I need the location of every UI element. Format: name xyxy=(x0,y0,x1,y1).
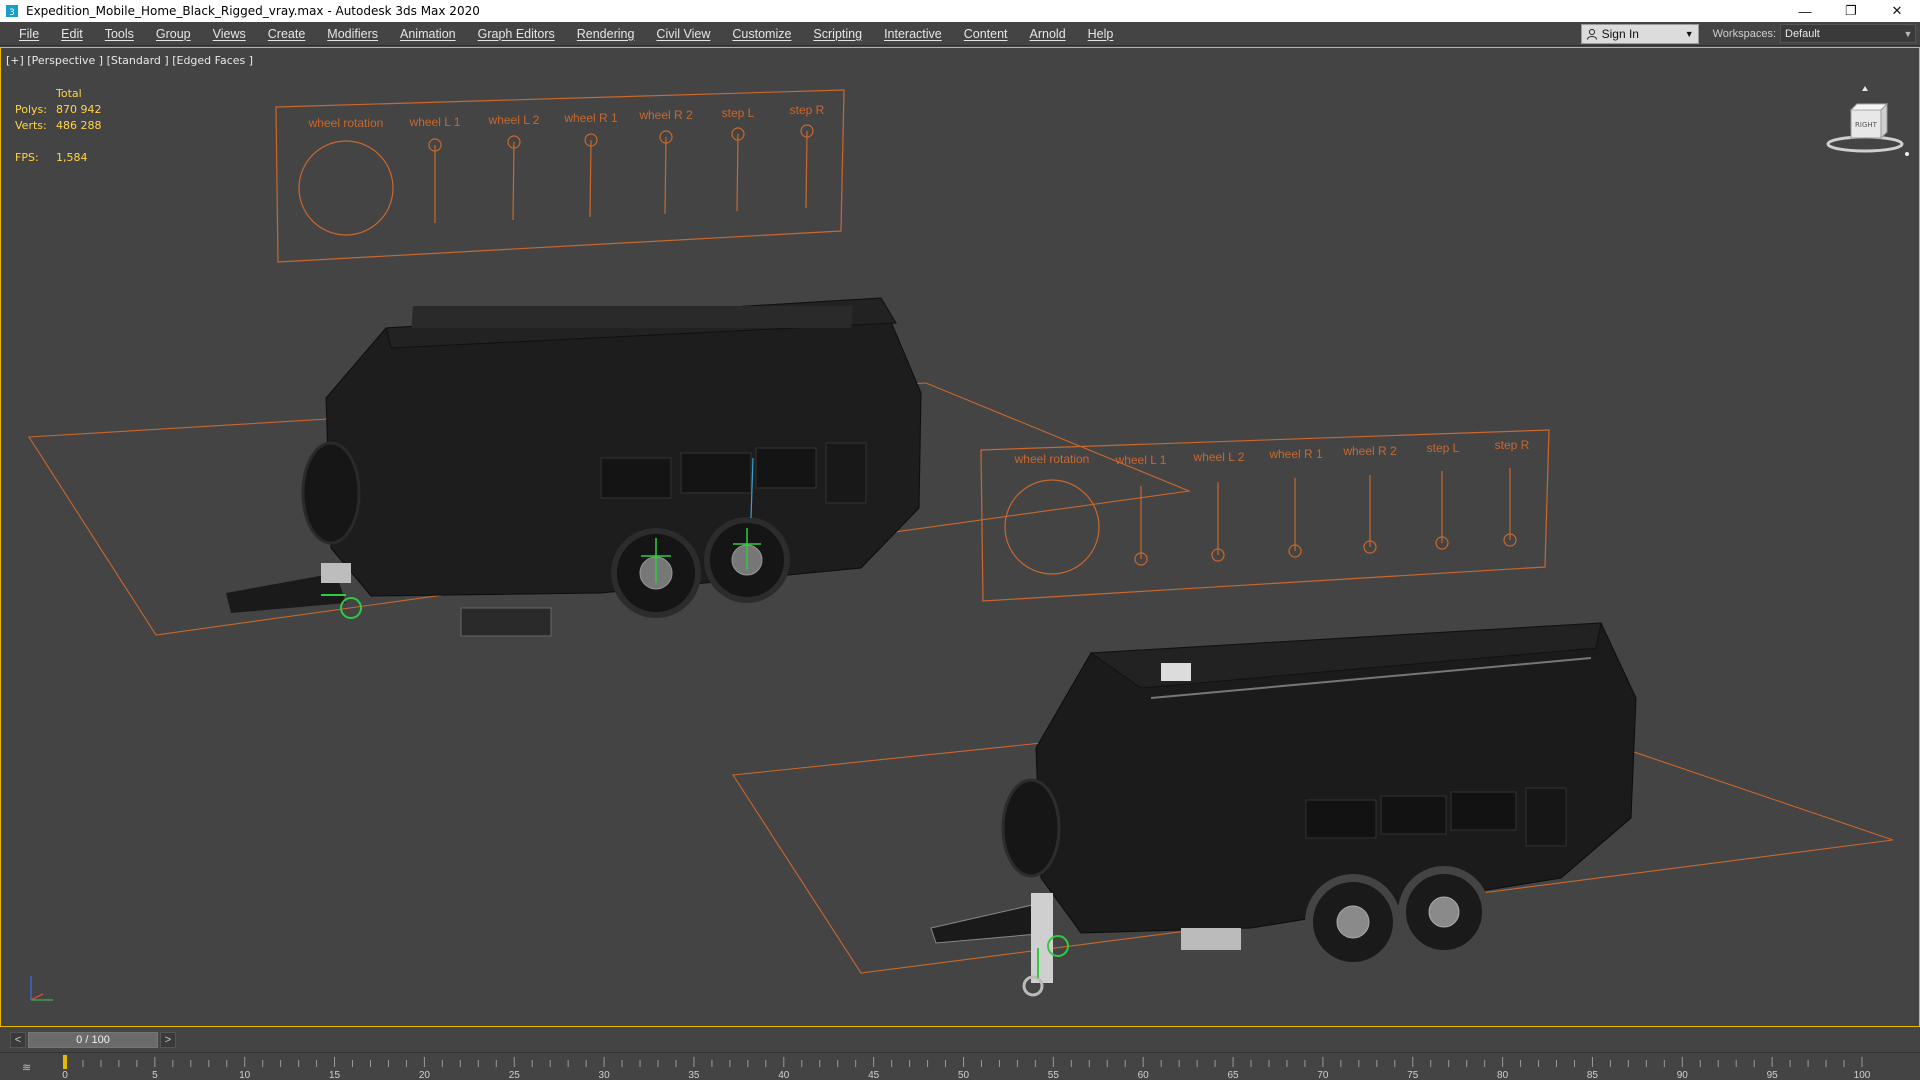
track-tick-label: 90 xyxy=(1677,1070,1689,1080)
rig-label-step-L: step L xyxy=(722,106,755,120)
chevron-down-icon: ▼ xyxy=(1684,28,1694,39)
trailer-model-1[interactable] xyxy=(226,297,922,637)
sign-in-label: Sign In xyxy=(1601,26,1639,41)
rig-label-step-L: step L xyxy=(1427,441,1460,455)
current-frame-marker[interactable] xyxy=(63,1055,67,1069)
menu-views[interactable]: Views xyxy=(202,22,257,46)
perspective-viewport[interactable]: [+] [Perspective ] [Standard ] [Edged Fa… xyxy=(0,47,1920,1027)
rig-label-wheel-R-1: wheel R 1 xyxy=(563,111,618,125)
title-bar: 3 Expedition_Mobile_Home_Black_Rigged_vr… xyxy=(0,0,1920,22)
workspaces-label: Workspaces: xyxy=(1712,27,1776,40)
rig-label-wheel-rotation: wheel rotation xyxy=(308,116,384,130)
next-frame-button[interactable]: > xyxy=(160,1032,176,1048)
time-slider-bar: < 0 / 100 > xyxy=(0,1028,1920,1052)
rig-panel-1-labels: wheel rotation wheel L 1 wheel L 2 wheel R … xyxy=(308,103,825,130)
menu-customize[interactable]: Customize xyxy=(721,22,802,46)
rig-label-wheel-L-2: wheel L 2 xyxy=(1193,450,1245,464)
viewcube-compass-ring[interactable] xyxy=(1826,135,1904,153)
menu-group[interactable]: Group xyxy=(145,22,202,46)
rig-label-step-R: step R xyxy=(790,103,825,117)
time-slider[interactable]: 0 / 100 xyxy=(28,1032,158,1048)
user-icon xyxy=(1586,28,1597,40)
track-tick-label: 45 xyxy=(868,1070,880,1080)
workspaces-value: Default xyxy=(1785,27,1820,40)
menu-bar: File Edit Tools Group Views Create Modifiers An… xyxy=(0,22,1920,46)
wheel-rotation-control[interactable] xyxy=(1004,479,1100,575)
track-tick-label: 30 xyxy=(599,1070,611,1080)
track-tick-label: 20 xyxy=(419,1070,431,1080)
track-tick-label: 70 xyxy=(1317,1070,1329,1080)
svg-text:3: 3 xyxy=(9,8,15,18)
window-title: Expedition_Mobile_Home_Black_Rigged_vray… xyxy=(26,4,480,18)
track-tick-label: 0 xyxy=(62,1070,68,1080)
menu-help[interactable]: Help xyxy=(1077,22,1125,46)
menu-file[interactable]: File xyxy=(8,22,50,46)
track-tick-label: 10 xyxy=(239,1070,251,1080)
track-tick-label: 25 xyxy=(509,1070,521,1080)
chevron-down-icon: ▼ xyxy=(1903,28,1913,39)
menu-create[interactable]: Create xyxy=(257,22,317,46)
track-tick-label: 85 xyxy=(1587,1070,1599,1080)
track-tick-label: 100 xyxy=(1854,1070,1871,1080)
menu-modifiers[interactable]: Modifiers xyxy=(316,22,389,46)
track-tick-label: 40 xyxy=(778,1070,790,1080)
menu-graph-editors[interactable]: Graph Editors xyxy=(467,22,566,46)
menu-interactive[interactable]: Interactive xyxy=(873,22,953,46)
viewcube-face-label: RIGHT xyxy=(1855,121,1878,129)
menu-content[interactable]: Content xyxy=(953,22,1019,46)
home-icon[interactable] xyxy=(1862,86,1868,91)
track-tick-label: 50 xyxy=(958,1070,970,1080)
menu-items: File Edit Tools Group Views Create Modifiers An… xyxy=(0,22,1581,46)
rig-panel-2-labels: wheel rotation wheel L 1 wheel L 2 wheel R … xyxy=(1014,438,1530,467)
scene-canvas[interactable]: wheel rotation wheel L 1 wheel L 2 wheel R … xyxy=(1,48,1919,1026)
rig-label-wheel-L-1: wheel L 1 xyxy=(409,115,461,129)
menu-scripting[interactable]: Scripting xyxy=(802,22,873,46)
track-ruler[interactable]: 0 5 10 15 20 25 30 35 40 45 50 55 60 65 70 75 80 85 90 95 10… xyxy=(0,1053,1920,1080)
rig-label-wheel-L-2: wheel L 2 xyxy=(488,113,540,127)
track-tick-label: 15 xyxy=(329,1070,341,1080)
track-tick-label: 35 xyxy=(688,1070,700,1080)
rig-label-step-R: step R xyxy=(1495,438,1530,452)
track-tick-label: 55 xyxy=(1048,1070,1060,1080)
axis-tripod-icon xyxy=(30,976,53,1001)
trailer-model-2[interactable] xyxy=(930,622,1637,997)
rig-label-wheel-R-2: wheel R 2 xyxy=(1342,444,1397,458)
track-bar[interactable]: ≋ 0 5 10 15 20 25 30 35 40 45 50 55 60 65 70 75 80 85 90 95… xyxy=(0,1052,1920,1080)
3dsmax-app-icon: 3 xyxy=(4,3,20,19)
menu-civil-view[interactable]: Civil View xyxy=(645,22,721,46)
track-tick-label: 95 xyxy=(1767,1070,1779,1080)
viewcube[interactable]: RIGHT xyxy=(1819,82,1911,162)
workspaces-select[interactable]: Default ▼ xyxy=(1780,24,1916,43)
previous-frame-button[interactable]: < xyxy=(10,1032,26,1048)
rig-label-wheel-R-2: wheel R 2 xyxy=(638,108,693,122)
track-tick-label: 80 xyxy=(1497,1070,1509,1080)
rig-label-wheel-R-1: wheel R 1 xyxy=(1268,447,1323,461)
wheel-rotation-control[interactable] xyxy=(298,140,394,236)
track-tick-label: 75 xyxy=(1407,1070,1419,1080)
menu-edit[interactable]: Edit xyxy=(50,22,94,46)
menu-tools[interactable]: Tools xyxy=(94,22,145,46)
menu-animation[interactable]: Animation xyxy=(389,22,467,46)
rig-label-wheel-rotation: wheel rotation xyxy=(1014,452,1090,466)
menu-arnold[interactable]: Arnold xyxy=(1019,22,1077,46)
track-tick-label: 5 xyxy=(152,1070,158,1080)
track-tick-label: 65 xyxy=(1227,1070,1239,1080)
close-button[interactable]: ✕ xyxy=(1874,0,1920,22)
restore-button[interactable]: ❐ xyxy=(1828,0,1874,22)
track-tick-label: 60 xyxy=(1138,1070,1150,1080)
sign-in-dropdown[interactable]: Sign In ▼ xyxy=(1580,23,1699,44)
menu-rendering[interactable]: Rendering xyxy=(566,22,646,46)
minimize-button[interactable]: — xyxy=(1782,0,1828,22)
rig-label-wheel-L-1: wheel L 1 xyxy=(1115,453,1167,467)
app-window: 3 Expedition_Mobile_Home_Black_Rigged_vr… xyxy=(0,0,1920,1080)
